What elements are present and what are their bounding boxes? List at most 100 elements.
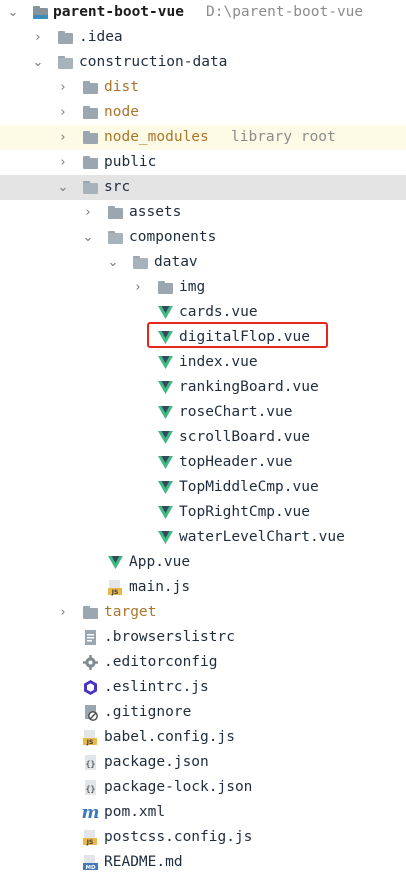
file-label: package-lock.json [104, 779, 253, 795]
vue-file-icon [158, 306, 173, 319]
folder-label: assets [129, 204, 182, 220]
vue-file-icon [158, 381, 173, 394]
svg-text:JS: JS [111, 589, 119, 596]
folder-label: construction-data [79, 54, 228, 70]
chevron-right-icon[interactable]: › [81, 200, 95, 225]
tree-row-target[interactable]: › target [0, 600, 406, 625]
tree-row-public[interactable]: › public [0, 150, 406, 175]
tree-row-vue-file[interactable]: index.vue [0, 350, 406, 375]
tree-row-main-js[interactable]: JS main.js [0, 575, 406, 600]
tree-row-root-file[interactable]: {} package-lock.json [0, 775, 406, 800]
folder-label: node_modules [104, 129, 209, 145]
vue-file-icon [108, 556, 123, 569]
tree-row-vue-file[interactable]: scrollBoard.vue [0, 425, 406, 450]
tree-row-vue-file[interactable]: topHeader.vue [0, 450, 406, 475]
file-label: main.js [129, 579, 191, 595]
tree-row-datav[interactable]: ⌄ datav [0, 250, 406, 275]
tree-row-root-file[interactable]: .gitignore [0, 700, 406, 725]
chevron-down-icon[interactable]: ⌄ [6, 0, 20, 25]
tree-row-app-vue[interactable]: App.vue [0, 550, 406, 575]
svg-text:{}: {} [86, 760, 96, 769]
chevron-right-icon[interactable]: › [56, 100, 70, 125]
file-label: package.json [104, 754, 209, 770]
tree-row-root-file[interactable]: JS babel.config.js [0, 725, 406, 750]
file-label: topHeader.vue [179, 454, 293, 470]
svg-text:MD: MD [85, 865, 95, 871]
tree-row-vue-file[interactable]: rankingBoard.vue [0, 375, 406, 400]
file-label: index.vue [179, 354, 258, 370]
file-label: .browserslistrc [104, 629, 235, 645]
file-label: pom.xml [104, 804, 166, 820]
vue-file-icon [158, 481, 173, 494]
tree-row-img[interactable]: › img [0, 275, 406, 300]
chevron-right-icon[interactable]: › [31, 25, 45, 50]
json-file-icon: {} [85, 780, 96, 795]
chevron-right-icon[interactable]: › [56, 75, 70, 100]
vue-file-icon [158, 506, 173, 519]
tree-row-root-file[interactable]: MD README.md [0, 850, 406, 875]
file-label: .editorconfig [104, 654, 218, 670]
tree-row-node-modules[interactable]: › node_modules library root [0, 125, 406, 150]
tree-row-vue-file[interactable]: TopRightCmp.vue [0, 500, 406, 525]
tree-row-dist[interactable]: › dist [0, 75, 406, 100]
markdown-file-icon: MD [83, 855, 98, 871]
vue-file-icon [158, 356, 173, 369]
folder-label: src [104, 179, 131, 195]
folder-icon [82, 104, 99, 121]
highlight-box [147, 322, 328, 348]
vue-file-icon [158, 456, 173, 469]
tree-row-root-file[interactable]: JS postcss.config.js [0, 825, 406, 850]
ignore-file-icon [85, 705, 98, 721]
root-path: D:\parent-boot-vue [206, 4, 364, 20]
file-label: .eslintrc.js [104, 679, 209, 695]
tree-row-vue-file[interactable]: waterLevelChart.vue [0, 525, 406, 550]
chevron-down-icon[interactable]: ⌄ [81, 225, 95, 250]
chevron-down-icon[interactable]: ⌄ [106, 250, 120, 275]
tree-row-vue-file[interactable]: roseChart.vue [0, 400, 406, 425]
folder-label: dist [104, 79, 139, 95]
gear-icon [83, 655, 98, 670]
tree-row-assets[interactable]: › assets [0, 200, 406, 225]
folder-icon [157, 279, 174, 296]
tree-row-root-file[interactable]: {} package.json [0, 750, 406, 775]
tree-row-components[interactable]: ⌄ components [0, 225, 406, 250]
svg-text:m: m [82, 804, 99, 821]
tree-row-root-file[interactable]: m pom.xml [0, 800, 406, 825]
chevron-right-icon[interactable]: › [56, 600, 70, 625]
tree-row-src[interactable]: ⌄ src [0, 175, 406, 200]
file-label: .gitignore [104, 704, 192, 720]
js-file-icon: JS [83, 830, 97, 846]
file-label: postcss.config.js [104, 829, 253, 845]
tree-row-root-file[interactable]: .browserslistrc [0, 625, 406, 650]
file-label: App.vue [129, 554, 191, 570]
tree-row-vue-file[interactable]: TopMiddleCmp.vue [0, 475, 406, 500]
file-label: README.md [104, 854, 183, 870]
folder-open-icon [82, 179, 99, 196]
tree-row-root-file[interactable]: .eslintrc.js [0, 675, 406, 700]
eslint-icon [84, 680, 97, 695]
chevron-down-icon[interactable]: ⌄ [31, 50, 45, 75]
tree-row-construction-data[interactable]: ⌄ construction-data [0, 50, 406, 75]
folder-label: .idea [79, 29, 123, 45]
tree-row-root[interactable]: ⌄ parent-boot-vue D:\parent-boot-vue [0, 0, 406, 25]
json-file-icon: {} [85, 755, 96, 770]
folder-open-icon [107, 229, 124, 246]
svg-text:JS: JS [86, 739, 94, 746]
tree-row-root-file[interactable]: .editorconfig [0, 650, 406, 675]
chevron-down-icon[interactable]: ⌄ [56, 175, 70, 200]
tree-row-idea[interactable]: › .idea [0, 25, 406, 50]
maven-icon: m [82, 804, 99, 821]
folder-label: datav [154, 254, 198, 270]
module-icon [32, 4, 49, 21]
folder-label: target [104, 604, 157, 620]
vue-file-icon [158, 531, 173, 544]
svg-text:JS: JS [86, 839, 94, 846]
tree-row-node[interactable]: › node [0, 100, 406, 125]
file-label: waterLevelChart.vue [179, 529, 345, 545]
vue-file-icon [158, 406, 173, 419]
chevron-right-icon[interactable]: › [56, 150, 70, 175]
folder-label: public [104, 154, 157, 170]
text-file-icon [85, 630, 96, 645]
chevron-right-icon[interactable]: › [56, 125, 70, 150]
chevron-right-icon[interactable]: › [131, 275, 145, 300]
